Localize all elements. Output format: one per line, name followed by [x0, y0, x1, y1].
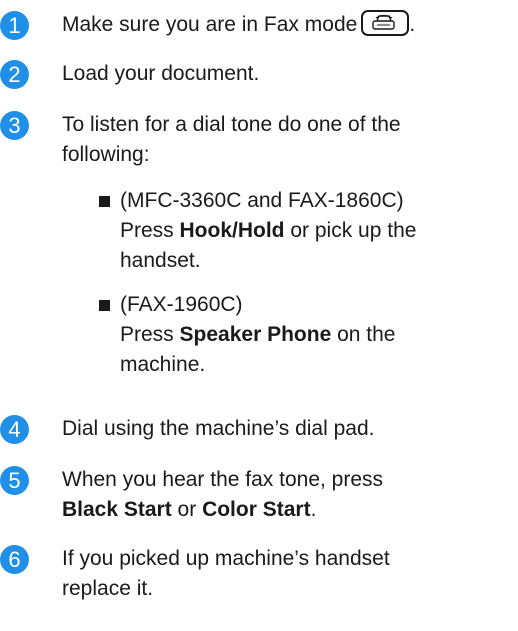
- color-start-key-label: Color Start: [202, 498, 311, 521]
- step-5-line-2: Black Start or Color Start.: [62, 496, 512, 526]
- step-5-mid: or: [171, 498, 203, 521]
- fax-icon: [372, 15, 396, 31]
- bullet-2-text: (FAX-1960C) Press Speaker Phone on the m…: [120, 291, 510, 381]
- step-1-suffix: .: [409, 13, 416, 36]
- bullet-2-line-2: Press Speaker Phone on the: [120, 321, 510, 351]
- step-3-line-1: To listen for a dial tone do one of the: [62, 113, 401, 136]
- step-4-line: Dial using the machine’s dial pad.: [62, 417, 375, 440]
- square-bullet-icon: [99, 300, 110, 311]
- step-4-number: 4: [0, 415, 29, 444]
- bullet-1-pre: Press: [120, 219, 180, 242]
- step-2-number: 2: [0, 60, 29, 89]
- bullet-1-post: or pick up the: [284, 219, 417, 242]
- step-4-text: Dial using the machine’s dial pad.: [62, 415, 512, 445]
- square-bullet-icon: [99, 196, 110, 207]
- step-5-line-1: When you hear the fax tone, press: [62, 468, 384, 491]
- bullet-2-pre: Press: [120, 323, 180, 346]
- step-6-line-2: replace it.: [62, 577, 154, 600]
- fax-mode-key: [361, 10, 410, 37]
- bullet-2-line-1: (FAX-1960C): [120, 293, 243, 316]
- black-start-key-label: Black Start: [62, 498, 172, 521]
- step-6-text: If you picked up machine’s handset repla…: [62, 545, 512, 605]
- step-5-text: When you hear the fax tone, press Black …: [62, 466, 512, 526]
- hook-hold-key-label: Hook/Hold: [179, 219, 285, 242]
- step-1-number: 1: [0, 11, 29, 40]
- step-3-text: To listen for a dial tone do one of the …: [62, 111, 512, 171]
- speaker-phone-key-label: Speaker Phone: [179, 323, 332, 346]
- step-5-end: .: [310, 498, 317, 521]
- step-3-number: 3: [0, 111, 29, 140]
- bullet-1-line-3: handset.: [120, 249, 201, 272]
- bullet-1-line-1: (MFC-3360C and FAX-1860C): [120, 189, 404, 212]
- instruction-page: 1 Make sure you are in Fax mode . 2 Load…: [0, 0, 518, 631]
- bullet-1-text: (MFC-3360C and FAX-1860C) Press Hook/Hol…: [120, 187, 510, 277]
- step-1-line: Make sure you are in Fax mode: [62, 13, 358, 36]
- bullet-2-post: on the: [331, 323, 396, 346]
- step-5-number: 5: [0, 466, 29, 495]
- step-2-text: Load your document.: [62, 60, 512, 90]
- bullet-2-line-3: machine.: [120, 353, 206, 376]
- step-3-line-2: following:: [62, 143, 150, 166]
- step-2-line: Load your document.: [62, 62, 260, 85]
- step-6-line-1: If you picked up machine’s handset: [62, 547, 390, 570]
- bullet-1-line-2: Press Hook/Hold or pick up the: [120, 217, 510, 247]
- step-6-number: 6: [0, 545, 29, 574]
- step-1-text: Make sure you are in Fax mode .: [62, 10, 512, 39]
